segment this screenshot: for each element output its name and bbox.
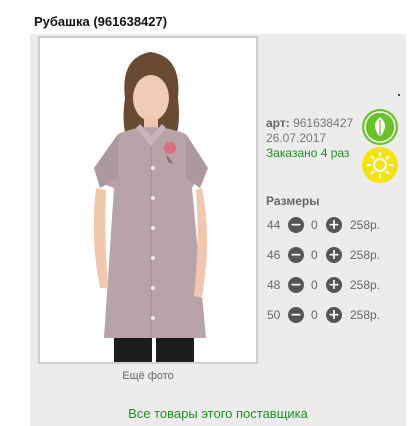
quantity-value: 0 xyxy=(311,278,318,292)
size-price: 258р. xyxy=(350,278,381,292)
article-label: арт: xyxy=(266,116,290,130)
product-date: 26.07.2017 xyxy=(266,131,327,145)
plus-icon[interactable]: + xyxy=(326,277,342,293)
quantity-value: 0 xyxy=(311,308,318,322)
size-label: 48 xyxy=(267,278,281,292)
ordered-count: Заказано 4 раз xyxy=(266,146,350,160)
size-label: 44 xyxy=(267,218,281,232)
size-price: 258р. xyxy=(350,218,381,232)
article-line: арт: 961638427 xyxy=(266,116,366,131)
decorative-dot xyxy=(398,94,400,96)
size-row: 48 − 0 + 258р. xyxy=(266,276,386,294)
plus-icon[interactable]: + xyxy=(326,307,342,323)
minus-icon[interactable]: − xyxy=(288,217,304,233)
model-photo-image xyxy=(40,38,256,362)
product-info: арт: 961638427 26.07.2017 Заказано 4 раз xyxy=(266,116,366,161)
sun-icon xyxy=(362,147,398,183)
size-price: 258р. xyxy=(350,308,381,322)
minus-icon[interactable]: − xyxy=(288,277,304,293)
size-label: 46 xyxy=(267,248,281,262)
size-price: 258р. xyxy=(350,248,381,262)
plus-icon[interactable]: + xyxy=(326,247,342,263)
size-row: 50 − 0 + 258р. xyxy=(266,306,386,324)
product-photo[interactable] xyxy=(38,36,258,364)
sizes-title: Размеры xyxy=(266,194,320,208)
product-title: Рубашка (961638427) xyxy=(34,14,168,29)
size-row: 44 − 0 + 258р. xyxy=(266,216,386,234)
minus-icon[interactable]: − xyxy=(288,247,304,263)
minus-icon[interactable]: − xyxy=(288,307,304,323)
quantity-value: 0 xyxy=(311,248,318,262)
article-value: 961638427 xyxy=(293,116,354,130)
leaf-icon xyxy=(362,109,398,145)
more-photos-link[interactable]: Ещё фото xyxy=(38,370,258,382)
all-supplier-goods-link[interactable]: Все товары этого поставщика xyxy=(30,406,406,421)
plus-icon[interactable]: + xyxy=(326,217,342,233)
size-label: 50 xyxy=(267,308,281,322)
quantity-value: 0 xyxy=(311,218,318,232)
size-row: 46 − 0 + 258р. xyxy=(266,246,386,264)
